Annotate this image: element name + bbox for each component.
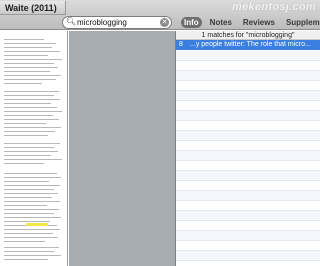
empty-row — [176, 141, 320, 151]
empty-row — [176, 261, 320, 266]
empty-row — [176, 241, 320, 251]
text-line — [4, 233, 53, 234]
document-title: Waite (2011) — [5, 3, 57, 13]
empty-row — [176, 211, 320, 221]
text-line — [4, 193, 58, 194]
text-line — [4, 39, 44, 40]
text-line — [4, 103, 51, 104]
text-line — [4, 147, 54, 148]
search-input[interactable] — [77, 17, 157, 28]
text-line — [4, 123, 46, 124]
text-line — [4, 229, 60, 230]
text-line — [4, 241, 45, 242]
text-line — [4, 71, 50, 72]
text-line — [4, 75, 61, 76]
text-line — [4, 131, 55, 132]
document-page[interactable] — [0, 31, 68, 266]
text-line — [4, 247, 59, 248]
tab-info[interactable]: Info — [181, 17, 202, 28]
text-line — [4, 173, 57, 174]
tab-notes[interactable]: Notes — [207, 17, 235, 28]
empty-row — [176, 151, 320, 161]
empty-row — [176, 71, 320, 81]
result-snippet: ...y people twitter: The role that micro… — [190, 41, 311, 48]
empty-row — [176, 161, 320, 171]
clear-icon[interactable]: ✕ — [160, 18, 169, 27]
empty-row — [176, 51, 320, 61]
text-line — [4, 47, 52, 48]
text-line — [4, 197, 52, 198]
text-line — [4, 143, 60, 144]
text-line — [4, 163, 44, 164]
text-line — [4, 55, 48, 56]
text-line — [4, 51, 60, 52]
text-line — [4, 59, 62, 60]
tab-reviews[interactable]: Reviews — [240, 17, 278, 28]
search-icon: 🔍︎ — [66, 17, 77, 26]
empty-row — [176, 61, 320, 71]
text-line — [4, 43, 56, 44]
inspector-tabs: Info Notes Reviews Supplements — [181, 16, 320, 29]
text-line — [4, 79, 56, 80]
text-line — [4, 213, 54, 214]
text-line — [4, 251, 54, 252]
text-line — [4, 185, 60, 186]
empty-row — [176, 81, 320, 91]
empty-row — [176, 171, 320, 181]
text-line — [4, 155, 51, 156]
document-tab[interactable]: Waite (2011) — [0, 1, 66, 15]
text-line — [4, 255, 61, 256]
search-highlight — [26, 223, 48, 226]
text-line — [4, 111, 62, 112]
text-line — [4, 205, 47, 206]
empty-row — [176, 231, 320, 241]
text-line — [4, 83, 42, 84]
empty-row — [176, 191, 320, 201]
text-line — [4, 189, 54, 190]
text-line — [4, 209, 59, 210]
text-line — [4, 177, 61, 178]
text-line — [4, 237, 58, 238]
empty-row — [176, 101, 320, 111]
text-line — [4, 115, 53, 116]
text-line — [4, 135, 48, 136]
text-line — [4, 221, 50, 222]
text-line — [4, 159, 62, 160]
search-field[interactable]: 🔍︎ ✕ — [62, 16, 172, 29]
result-row[interactable]: 8 ...y people twitter: The role that mic… — [176, 40, 320, 50]
empty-row — [176, 111, 320, 121]
text-line — [4, 63, 54, 64]
empty-row — [176, 221, 320, 231]
text-line — [4, 119, 59, 120]
empty-row — [176, 131, 320, 141]
text-line — [4, 95, 54, 96]
text-line — [4, 181, 49, 182]
text-line — [4, 201, 60, 202]
text-line — [4, 259, 48, 260]
toolbar: Waite (2011) mekentosj.com 🔍︎ ✕ Info Not… — [0, 0, 320, 30]
search-results-pane: 1 matches for "microblogging" 8 ...y peo… — [175, 31, 320, 266]
empty-result-rows — [176, 51, 320, 266]
text-line — [4, 91, 59, 92]
text-line — [4, 217, 61, 218]
empty-row — [176, 91, 320, 101]
empty-row — [176, 251, 320, 261]
results-count: 1 matches for "microblogging" — [176, 31, 320, 40]
text-line — [4, 67, 58, 68]
text-line — [4, 107, 57, 108]
text-line — [4, 127, 61, 128]
document-background — [69, 31, 175, 266]
empty-row — [176, 181, 320, 191]
text-line — [4, 151, 58, 152]
text-line — [4, 99, 60, 100]
tab-supplements[interactable]: Supplements — [283, 17, 320, 28]
result-page-number: 8 — [179, 41, 183, 48]
empty-row — [176, 121, 320, 131]
empty-row — [176, 201, 320, 211]
watermark: mekentosj.com — [232, 1, 316, 13]
